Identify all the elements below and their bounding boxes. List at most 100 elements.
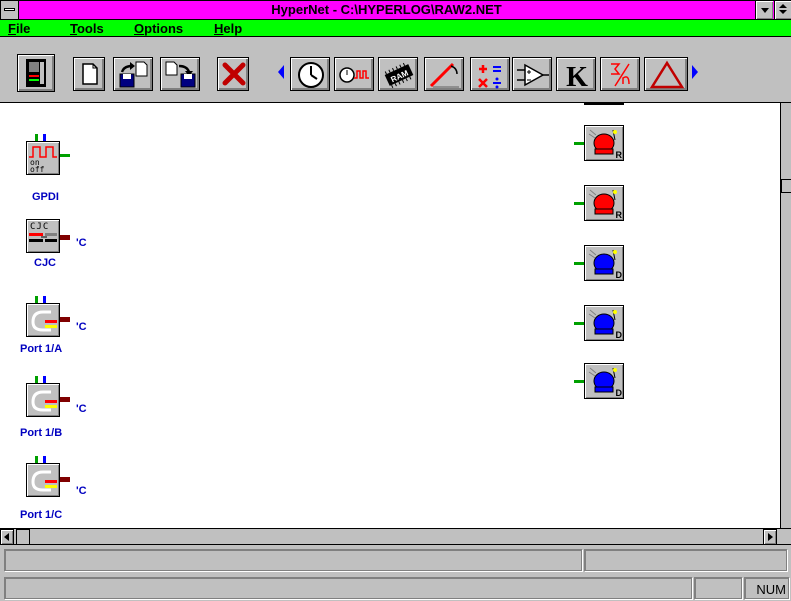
menu-file-rest: ile [15,21,31,36]
alarm-component[interactable]: R [574,123,634,167]
open-file-button[interactable] [113,57,153,91]
gpdi-output-icon [60,154,70,157]
scroll-left-button[interactable] [0,529,14,545]
delete-x-icon [222,62,246,86]
gpdi-on-off-text: on off [30,159,45,174]
port-1a-output-icon [60,317,70,322]
menu-options[interactable]: Options [134,21,183,36]
cjc-component[interactable]: CJC 'C CJC [24,215,104,285]
port-1b-component[interactable]: 'C Port 1/B [20,375,104,445]
sigma-divide-icon [611,63,630,87]
thermocouple-icon [29,233,57,242]
alarm-box: R [584,185,624,221]
constant-button[interactable]: K [556,57,596,91]
amplifier-icon [517,63,549,87]
system-menu-button[interactable] [1,1,19,19]
menu-help-accel: H [214,21,224,36]
window-title: HyperNet - C:\HYPERLOG\RAW2.NET [271,2,502,17]
status-bar-upper [0,544,791,575]
horizontal-scrollbar[interactable] [0,528,791,545]
ram-chip-icon: RAM [384,62,414,89]
device-panel-icon [26,59,46,87]
status-panel-left [4,549,582,571]
open-file-icon [119,61,148,88]
k-label: K [566,62,588,90]
port-1b-output-icon [60,397,70,402]
port-1b-unit: 'C [76,403,87,415]
port-1a-unit: 'C [76,321,87,333]
delete-button[interactable] [217,57,249,91]
menu-help[interactable]: Help [214,21,242,36]
port-1a-label: Port 1/A [20,343,63,355]
amplifier-button[interactable] [512,57,552,91]
new-file-button[interactable] [73,57,105,91]
sigma-button[interactable] [600,57,640,91]
ram-label: RAM [389,68,410,84]
title-bar[interactable]: HyperNet - C:\HYPERLOG\RAW2.NET [0,0,791,20]
status-panel-num: NUM [744,577,789,599]
save-file-button[interactable] [160,57,200,91]
gpdi-box: on off [26,141,60,175]
menu-file[interactable]: File [8,21,30,36]
port-1a-component[interactable]: 'C Port 1/A [20,295,104,365]
toolbar: RAM K [0,37,791,103]
menu-file-accel: F [8,21,16,36]
horizontal-scroll-thumb[interactable] [16,529,30,545]
port-1c-box [26,463,60,497]
scroll-right-button[interactable] [763,529,777,545]
menu-tools-rest: ools [76,21,104,36]
constant-k-icon: K [566,62,588,90]
port-1c-output-icon [60,477,70,482]
port-1c-component[interactable]: 'C Port 1/C [20,455,104,525]
vertical-scrollbar[interactable] [780,103,791,528]
restore-icon [779,4,787,14]
port-1c-unit: 'C [76,485,87,497]
status-panel-blank [694,577,742,599]
vertical-scroll-thumb[interactable] [781,179,791,193]
delta-triangle-icon [649,60,685,89]
ram-button[interactable]: RAM [378,57,418,91]
alarm-badge: D [615,330,623,340]
alarm-box: D [584,305,624,341]
toolbar-scroll-left-icon[interactable] [276,59,286,85]
minimize-button[interactable] [755,1,773,19]
device-panel-button[interactable] [17,54,55,92]
alarm-component[interactable]: D [574,303,634,347]
menu-options-accel: O [134,21,145,36]
status-bar-lower: NUM [0,575,791,601]
math-button[interactable] [470,57,510,91]
alarm-component[interactable]: R [574,183,634,227]
alarm-component[interactable]: D [574,361,634,405]
port-1b-label: Port 1/B [20,427,63,439]
alarm-badge: D [615,388,623,398]
menu-tools[interactable]: Tools [70,21,104,36]
menu-tools-accel: T [70,21,77,36]
port-1b-box [26,383,60,417]
alarm-box: D [584,245,624,281]
gpdi-label: GPDI [32,191,59,203]
cjc-unit: 'C [76,237,87,249]
gpdi-component[interactable]: on off GPDI [24,133,94,203]
system-menu-icon [4,8,15,11]
cjc-label: CJC [34,257,57,269]
toolbar-scroll-right-icon[interactable] [690,59,700,85]
alarm-box: R [584,125,624,161]
num-lock-indicator: NUM [756,582,786,597]
probe-button[interactable] [424,57,464,91]
alarm-badge: R [615,150,623,160]
alarm-box: D [584,363,624,399]
pulse-timer-button[interactable] [334,57,374,91]
port-1c-label: Port 1/C [20,509,63,521]
alarm-badge: D [615,270,623,280]
scroll-right-icon [768,533,773,541]
clock-button[interactable] [290,57,330,91]
math-operators-icon [478,65,501,89]
alarm-badge: R [615,210,623,220]
probe-icon [429,62,459,88]
restore-button[interactable] [774,1,791,19]
port-1a-box [26,303,60,337]
network-canvas[interactable]: on off GPDI CJC 'C CJC 'C Port 1/A 'C Po… [0,103,780,528]
delta-button[interactable] [644,57,688,91]
gpdi-off-text: off [30,165,45,174]
alarm-component[interactable]: D [574,243,634,287]
